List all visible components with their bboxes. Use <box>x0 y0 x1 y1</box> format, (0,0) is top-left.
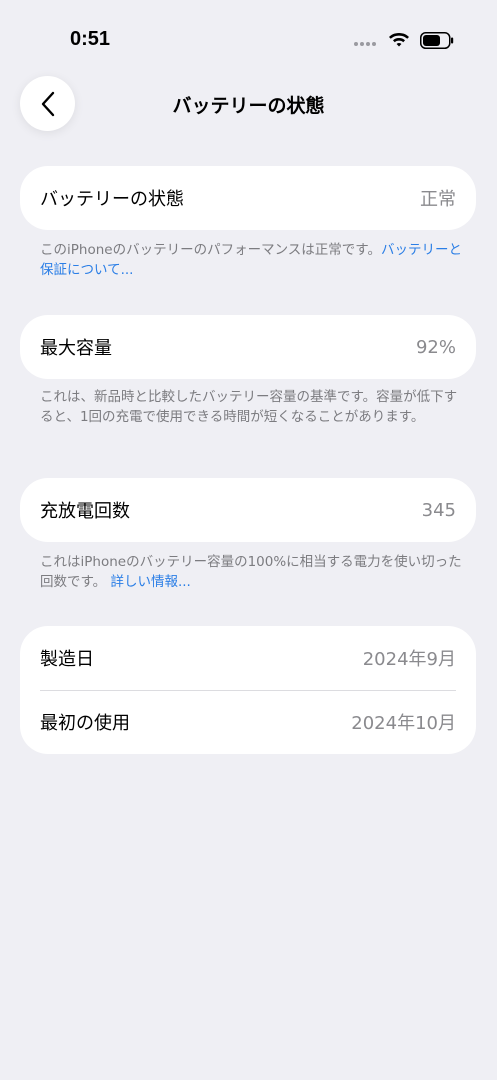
cycle-count-card: 充放電回数 345 <box>20 478 476 542</box>
max-capacity-value: 92% <box>415 336 456 358</box>
first-use-value: 2024年10月 <box>351 713 456 734</box>
first-use-row: 最初の使用 2024年10月 <box>20 690 476 754</box>
page-title: バッテリーの状態 <box>172 95 325 117</box>
cycle-count-label: 充放電回数 <box>40 501 130 522</box>
signal-dots-icon <box>354 42 376 46</box>
more-info-link[interactable]: 詳しい情報... <box>110 574 190 590</box>
max-capacity-card: 最大容量 92% <box>20 315 476 379</box>
cycle-count-row: 充放電回数 345 <box>20 478 476 542</box>
navigation-bar: バッテリーの状態 <box>0 76 497 132</box>
manufacture-date-label: 製造日 <box>40 649 94 670</box>
cycle-count-value: 345 <box>421 499 456 521</box>
max-capacity-label: 最大容量 <box>40 338 112 359</box>
cycle-count-footnote: これはiPhoneのバッテリー容量の100%に相当する電力を使い切った回数です。… <box>40 552 464 592</box>
battery-icon <box>420 32 454 49</box>
battery-health-card: バッテリーの状態 正常 <box>20 166 476 230</box>
wifi-icon <box>389 33 409 47</box>
battery-health-label: バッテリーの状態 <box>40 189 184 210</box>
battery-health-footnote-text: このiPhoneのバッテリーのパフォーマンスは正常です。 <box>40 242 381 258</box>
first-use-label: 最初の使用 <box>40 713 130 734</box>
max-capacity-footnote-text: これは、新品時と比較したバッテリー容量の基準です。容量が低下すると、1回の充電で… <box>40 389 458 425</box>
battery-health-footnote: このiPhoneのバッテリーのパフォーマンスは正常です。バッテリーと保証について… <box>40 240 464 280</box>
manufacture-date-row: 製造日 2024年9月 <box>20 626 476 690</box>
status-time: 0:51 <box>70 28 111 50</box>
battery-health-value: 正常 <box>420 189 456 210</box>
battery-health-row: バッテリーの状態 正常 <box>20 166 476 230</box>
max-capacity-row: 最大容量 92% <box>20 315 476 379</box>
max-capacity-footnote: これは、新品時と比較したバッテリー容量の基準です。容量が低下すると、1回の充電で… <box>40 387 464 427</box>
manufacture-date-value: 2024年9月 <box>362 649 456 670</box>
status-bar: 0:51 <box>0 0 497 80</box>
dates-card: 製造日 2024年9月 最初の使用 2024年10月 <box>20 626 476 754</box>
cycle-count-footnote-text: これはiPhoneのバッテリー容量の100%に相当する電力を使い切った回数です。 <box>40 554 462 590</box>
